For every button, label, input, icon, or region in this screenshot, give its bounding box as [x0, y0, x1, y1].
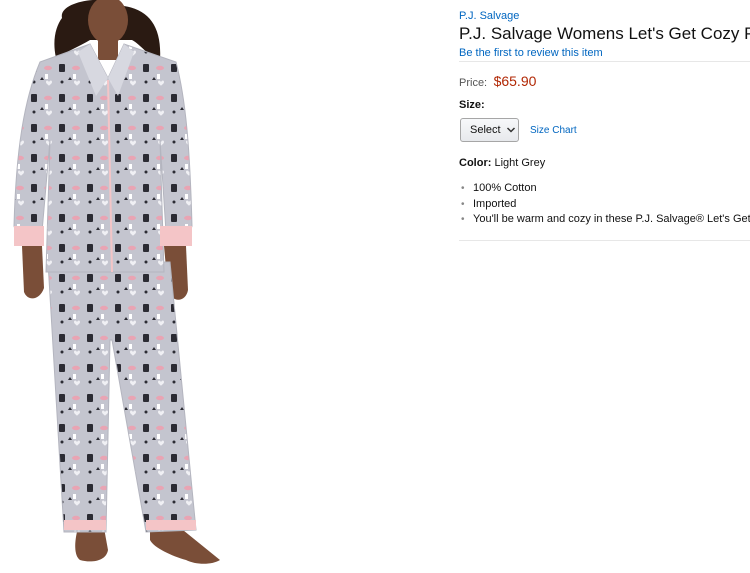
size-label: Size: [459, 99, 485, 111]
review-link[interactable]: Be the first to review this item [459, 47, 603, 59]
chevron-down-icon [506, 125, 516, 135]
product-details: P.J. Salvage P.J. Salvage Womens Let's G… [459, 0, 750, 573]
brand-link[interactable]: P.J. Salvage [459, 10, 519, 22]
size-dropdown[interactable]: Select [460, 118, 519, 142]
price-label: Price: [459, 77, 488, 89]
product-title: P.J. Salvage Womens Let's Get Cozy PJ [459, 24, 750, 43]
feature-bullet: • 100% Cotton [461, 182, 537, 194]
color-value: Light Grey [494, 157, 546, 169]
feature-bullet: • Imported [461, 197, 517, 210]
color-label: Color: [459, 157, 492, 169]
feature-bullets: • 100% Cotton • Imported • You'll be warm a… [459, 181, 750, 228]
divider [459, 61, 750, 62]
price-value: $65.90 [493, 73, 537, 89]
size-dropdown-value: Select [470, 124, 501, 136]
bullet-icon: • [461, 183, 465, 194]
price-row: Price: $65.90 [459, 73, 536, 91]
bullet-icon: • [461, 198, 465, 210]
size-chart-link[interactable]: Size Chart [530, 125, 577, 136]
bullet-icon: • [461, 214, 465, 225]
product-image[interactable] [0, 0, 245, 573]
pajama-model-illustration [13, 0, 220, 564]
color-row: Color: Light Grey [459, 157, 545, 169]
feature-bullet: • You'll be warm and cozy in these P.J. S… [461, 213, 750, 225]
divider [459, 240, 750, 241]
